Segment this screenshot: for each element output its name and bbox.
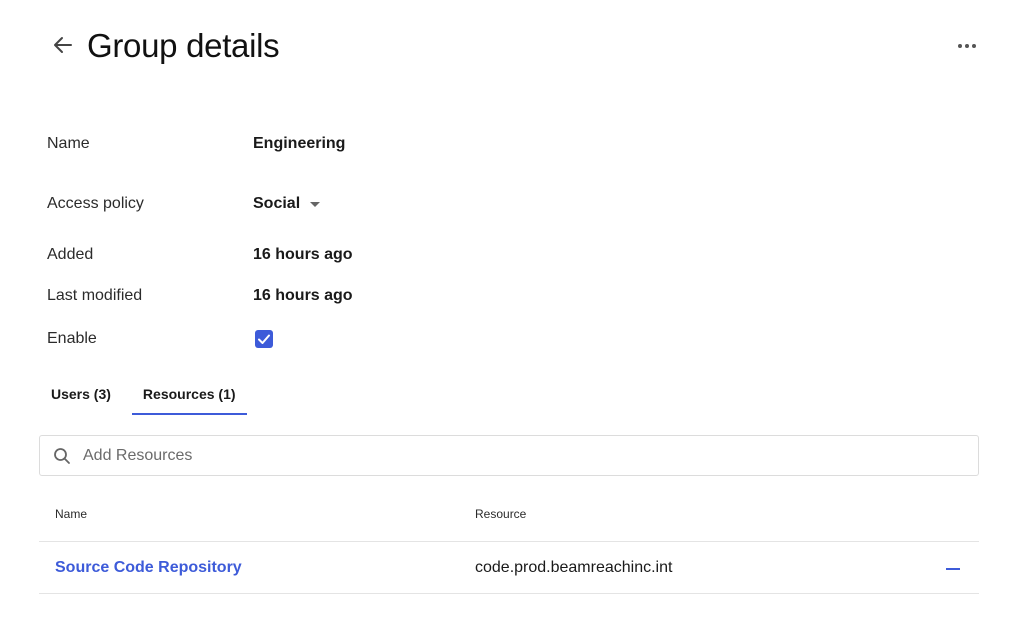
header-divider (39, 541, 979, 542)
name-value: Engineering (253, 135, 346, 152)
more-options-button[interactable] (955, 38, 979, 54)
column-header-name: Name (55, 507, 88, 521)
access-policy-dropdown[interactable]: Social (253, 193, 321, 215)
back-button[interactable] (52, 34, 74, 56)
arrow-left-icon (54, 37, 72, 53)
add-resources-input[interactable] (83, 442, 963, 470)
enable-label: Enable (47, 330, 97, 347)
page-header: Group details (0, 0, 1024, 100)
resource-name-link[interactable]: Source Code Repository (55, 559, 242, 577)
tab-users[interactable]: Users (3) (40, 374, 122, 414)
row-divider (39, 593, 979, 594)
tab-bar: Users (3) Resources (1) (40, 374, 257, 416)
column-header-resource: Resource (475, 507, 527, 521)
more-horizontal-icon (958, 44, 976, 48)
search-box (39, 435, 979, 476)
last-modified-label: Last modified (47, 287, 143, 304)
search-icon (54, 448, 70, 464)
added-label: Added (47, 246, 94, 263)
minus-icon (946, 568, 960, 570)
page-title: Group details (87, 27, 280, 64)
remove-resource-button[interactable] (945, 565, 961, 573)
resource-address: code.prod.beamreachinc.int (475, 559, 673, 576)
access-policy-label: Access policy (47, 195, 144, 212)
name-label: Name (47, 135, 90, 152)
added-value: 16 hours ago (253, 246, 353, 263)
enable-checkbox[interactable] (255, 330, 273, 348)
checkmark-icon (258, 334, 270, 344)
access-policy-value: Social (253, 195, 301, 212)
chevron-down-icon (310, 201, 321, 207)
last-modified-value: 16 hours ago (253, 287, 353, 304)
tab-resources[interactable]: Resources (1) (131, 374, 247, 415)
